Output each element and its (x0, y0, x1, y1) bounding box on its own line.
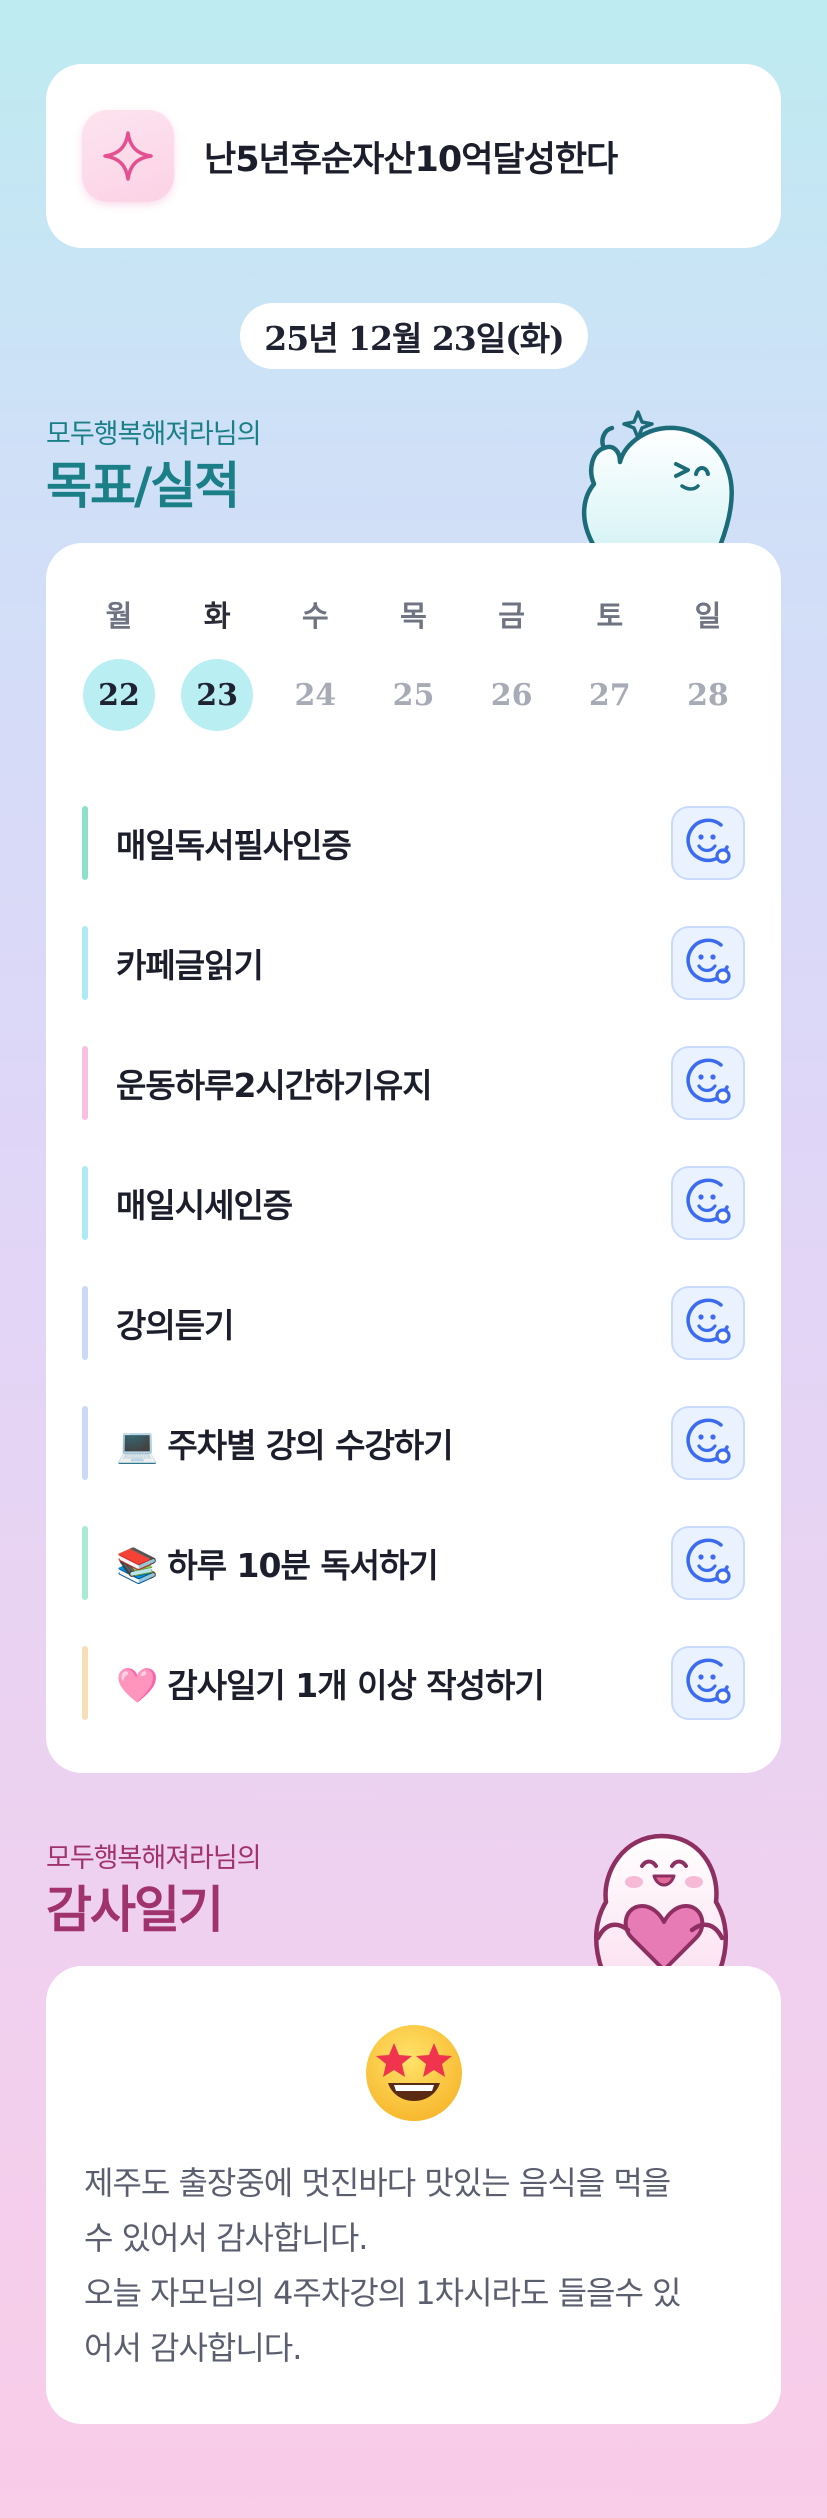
goal-item[interactable]: 매일독서필사인증 (82, 783, 745, 903)
goal-emoji-icon: 💻 (116, 1426, 158, 1466)
goal-color-bar (82, 1046, 88, 1120)
gratitude-card: 제주도 출장중에 멋진바다 맛있는 음식을 먹을 수 있어서 감사합니다. 오늘… (46, 1966, 781, 2424)
goal-color-bar (82, 806, 88, 880)
goal-item[interactable]: 매일시세인증 (82, 1143, 745, 1263)
goal-emoji-icon: 📚 (116, 1546, 158, 1586)
goal-item[interactable]: 운동하루2시간하기유지 (82, 1023, 745, 1143)
goal-title: 난5년후순자산10억달성한다 (204, 139, 618, 180)
goal-check-button[interactable] (671, 926, 745, 1000)
goal-label: 🩷 감사일기 1개 이상 작성하기 (116, 1659, 671, 1707)
day-name: 금 (498, 599, 525, 633)
goal-color-bar (82, 1406, 88, 1480)
star-struck-face-icon (365, 2025, 462, 2121)
goal-check-button[interactable] (671, 1166, 745, 1240)
goal-color-bar (82, 1646, 88, 1720)
goal-color-bar (82, 1286, 88, 1360)
smiley-check-icon (683, 816, 733, 870)
goal-check-button[interactable] (671, 1526, 745, 1600)
date-selector[interactable]: 25년 12월 23일(화) (240, 303, 588, 369)
goal-label: 매일시세인증 (116, 1179, 671, 1227)
day-number[interactable]: 25 (377, 659, 449, 731)
goal-item[interactable]: 📚 하루 10분 독서하기 (82, 1503, 745, 1623)
goal-label: 매일독서필사인증 (116, 819, 671, 867)
smiley-check-icon (683, 1176, 733, 1230)
smiley-check-icon (683, 1416, 733, 1470)
day-name: 목 (400, 599, 427, 633)
goal-item[interactable]: 강의듣기 (82, 1263, 745, 1383)
goal-check-button[interactable] (671, 1646, 745, 1720)
calendar-day[interactable]: 토 27 (573, 598, 647, 731)
sparkle-icon (82, 110, 174, 202)
goal-item[interactable]: 카페글읽기 (82, 903, 745, 1023)
goal-color-bar (82, 1526, 88, 1600)
day-name: 일 (694, 599, 722, 633)
goal-label-text: 감사일기 1개 이상 작성하기 (167, 1666, 544, 1705)
calendar-day[interactable]: 목 25 (376, 598, 450, 731)
day-number[interactable]: 24 (279, 659, 351, 731)
smiley-check-icon (683, 1656, 733, 1710)
gratitude-text: 제주도 출장중에 멋진바다 맛있는 음식을 먹을 수 있어서 감사합니다. 오늘… (84, 2156, 743, 2376)
day-number[interactable]: 23 (181, 659, 254, 731)
goal-label-text: 운동하루2시간하기유지 (116, 1066, 433, 1105)
day-name: 수 (301, 599, 329, 633)
day-name: 월 (105, 599, 133, 633)
goal-label: 카페글읽기 (116, 939, 671, 987)
smiley-check-icon (683, 1296, 733, 1350)
goal-list: 매일독서필사인증카페글읽기운동하루2시간하기유지매일시세인증강의듣기 💻 주차별 강… (82, 783, 745, 1743)
calendar-day[interactable]: 금 26 (475, 598, 549, 731)
gratitude-line: 제주도 출장중에 멋진바다 맛있는 음식을 먹을 (84, 2164, 671, 2202)
goal-card[interactable]: 난5년후순자산10억달성한다 (46, 64, 781, 248)
day-number[interactable]: 22 (83, 659, 155, 731)
goal-label: 강의듣기 (116, 1299, 671, 1347)
calendar-day[interactable]: 월 22 (82, 598, 156, 731)
goal-label: 💻 주차별 강의 수강하기 (116, 1419, 671, 1467)
goal-label: 📚 하루 10분 독서하기 (116, 1539, 671, 1587)
day-name: 토 (596, 599, 624, 633)
calendar-day[interactable]: 화 23 (180, 598, 254, 731)
goal-item[interactable]: 💻 주차별 강의 수강하기 (82, 1383, 745, 1503)
calendar-day[interactable]: 일 28 (671, 598, 745, 731)
goals-card: 월 22 화 23 수 24 목 25 금 26 토 27 일 28 매일독서필… (46, 543, 781, 1773)
smiley-check-icon (683, 1536, 733, 1590)
goal-check-button[interactable] (671, 806, 745, 880)
mascot-heart-character-icon (594, 1833, 728, 1970)
goal-label-text: 매일독서필사인증 (116, 826, 352, 865)
gratitude-line: 오늘 자모님의 4주차강의 1차시라도 들을수 있 (84, 2274, 682, 2312)
goal-color-bar (82, 926, 88, 1000)
gratitude-line: 어서 감사합니다. (84, 2329, 302, 2367)
day-number[interactable]: 26 (476, 659, 548, 731)
day-number[interactable]: 28 (672, 659, 744, 731)
goal-label-text: 강의듣기 (116, 1306, 234, 1345)
goal-label: 운동하루2시간하기유지 (116, 1059, 671, 1107)
goal-emoji-icon: 🩷 (116, 1666, 158, 1706)
calendar-day[interactable]: 수 24 (278, 598, 352, 731)
goal-check-button[interactable] (671, 1286, 745, 1360)
smiley-check-icon (683, 1056, 733, 1110)
gratitude-line: 수 있어서 감사합니다. (84, 2219, 368, 2257)
day-name: 화 (203, 599, 231, 633)
smiley-check-icon (683, 936, 733, 990)
goal-label-text: 주차별 강의 수강하기 (167, 1426, 453, 1465)
goal-check-button[interactable] (671, 1406, 745, 1480)
goal-item[interactable]: 🩷 감사일기 1개 이상 작성하기 (82, 1623, 745, 1743)
week-calendar: 월 22 화 23 수 24 목 25 금 26 토 27 일 28 (82, 598, 745, 731)
goal-label-text: 카페글읽기 (116, 946, 264, 985)
day-number[interactable]: 27 (574, 659, 646, 731)
goal-check-button[interactable] (671, 1046, 745, 1120)
goal-color-bar (82, 1166, 88, 1240)
goal-label-text: 매일시세인증 (116, 1186, 293, 1225)
goal-label-text: 하루 10분 독서하기 (167, 1546, 438, 1585)
gratitude-section-title: 감사일기 (46, 1881, 224, 1939)
mascot-character-icon (581, 410, 734, 546)
goals-section-title: 목표/실적 (46, 457, 240, 515)
